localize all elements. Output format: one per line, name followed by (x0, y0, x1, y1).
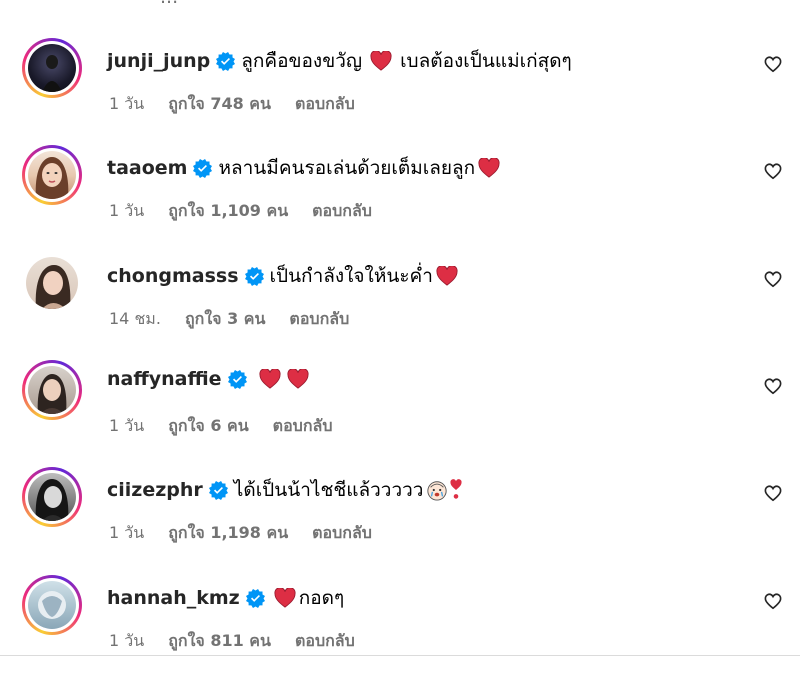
comment-item: hannah_kmz กอดๆ 1 วัน ถูกใจ 811 คน ตอบกล… (0, 575, 800, 683)
red-heart-emoji-icon (287, 369, 309, 389)
comment-item: junji_junp ลูกคือของขวัญ เบลต้องเป็นแม่เ… (0, 38, 800, 146)
red-heart-emoji-icon (370, 51, 392, 71)
reply-button[interactable]: ตอบกลับ (312, 199, 372, 224)
avatar (28, 366, 76, 414)
avatar-story-ring[interactable] (22, 360, 82, 420)
avatar-container[interactable] (22, 253, 82, 313)
avatar-story-ring[interactable] (22, 145, 82, 205)
cut-off-text: ... (160, 0, 178, 8)
comment-item: ciizezphr ได้เป็นน้าไชชีแล้ววววว 1 วัน ถ… (0, 467, 800, 575)
avatar-story-ring[interactable] (22, 38, 82, 98)
reply-button[interactable]: ตอบกลับ (273, 414, 333, 439)
comment-text (253, 369, 312, 389)
comment-item: taaoem หลานมีคนรอเล่นด้วยเต็มเลยลูก 1 วั… (0, 145, 800, 253)
comment-username[interactable]: ciizezphr (107, 479, 203, 501)
heart-outline-icon[interactable] (763, 161, 783, 181)
comment-item: chongmasss เป็นกำลังใจให้นะค่ำ 14 ชม. ถู… (0, 253, 800, 361)
red-heart-emoji-icon (436, 266, 458, 286)
heart-exclamation-emoji-icon (450, 479, 463, 499)
verified-badge-icon (208, 480, 228, 500)
avatar-story-ring[interactable] (22, 575, 82, 635)
red-heart-emoji-icon (478, 158, 500, 178)
comment-username[interactable]: junji_junp (107, 50, 210, 72)
avatar (28, 44, 76, 92)
comment-text: หลานมีคนรอเล่นด้วยเต็มเลยลูก (218, 153, 503, 183)
comment-item: naffynaffie 1 วัน ถูกใจ 6 คน ตอบกลับ (0, 360, 800, 468)
comment-likes[interactable]: ถูกใจ 811 คน (168, 629, 271, 654)
comment-time[interactable]: 14 ชม. (109, 307, 161, 332)
comment-likes[interactable]: ถูกใจ 1,109 คน (168, 199, 288, 224)
red-heart-emoji-icon (274, 588, 296, 608)
divider (0, 655, 800, 656)
comment-likes[interactable]: ถูกใจ 6 คน (168, 414, 248, 439)
comment-username[interactable]: chongmasss (107, 265, 239, 287)
avatar-story-ring[interactable] (22, 467, 82, 527)
comment-likes[interactable]: ถูกใจ 1,198 คน (168, 521, 288, 546)
verified-badge-icon (245, 588, 265, 608)
comment-text: กอดๆ (271, 583, 344, 613)
comment-username[interactable]: taaoem (107, 157, 187, 179)
comment-text: เป็นกำลังใจให้นะค่ำ (270, 261, 461, 291)
heart-outline-icon[interactable] (763, 376, 783, 396)
comment-text: ได้เป็นน้าไชชีแล้ววววว (234, 475, 464, 505)
red-heart-emoji-icon (259, 369, 281, 389)
comment-username[interactable]: hannah_kmz (107, 587, 240, 609)
comment-likes[interactable]: ถูกใจ 748 คน (168, 92, 271, 117)
reply-button[interactable]: ตอบกลับ (295, 629, 355, 654)
comment-text: ลูกคือของขวัญ เบลต้องเป็นแม่เก่สุดๆ (241, 50, 572, 72)
verified-badge-icon (216, 51, 236, 71)
avatar (28, 581, 76, 629)
comment-time[interactable]: 1 วัน (109, 629, 144, 654)
verified-badge-icon (227, 369, 247, 389)
comment-time[interactable]: 1 วัน (109, 92, 144, 117)
reply-button[interactable]: ตอบกลับ (312, 521, 372, 546)
verified-badge-icon (193, 158, 213, 178)
comment-likes[interactable]: ถูกใจ 3 คน (185, 307, 265, 332)
avatar (26, 257, 78, 309)
heart-outline-icon[interactable] (763, 269, 783, 289)
cut-off-previous-comment: ... (0, 0, 800, 10)
avatar (28, 151, 76, 199)
crying-baby-emoji-icon (427, 481, 448, 501)
heart-outline-icon[interactable] (763, 54, 783, 74)
reply-button[interactable]: ตอบกลับ (289, 307, 349, 332)
comment-time[interactable]: 1 วัน (109, 414, 144, 439)
comment-time[interactable]: 1 วัน (109, 521, 144, 546)
comment-time[interactable]: 1 วัน (109, 199, 144, 224)
verified-badge-icon (244, 266, 264, 286)
avatar (28, 473, 76, 521)
heart-outline-icon[interactable] (763, 483, 783, 503)
reply-button[interactable]: ตอบกลับ (295, 92, 355, 117)
heart-outline-icon[interactable] (763, 591, 783, 611)
comment-username[interactable]: naffynaffie (107, 368, 222, 390)
